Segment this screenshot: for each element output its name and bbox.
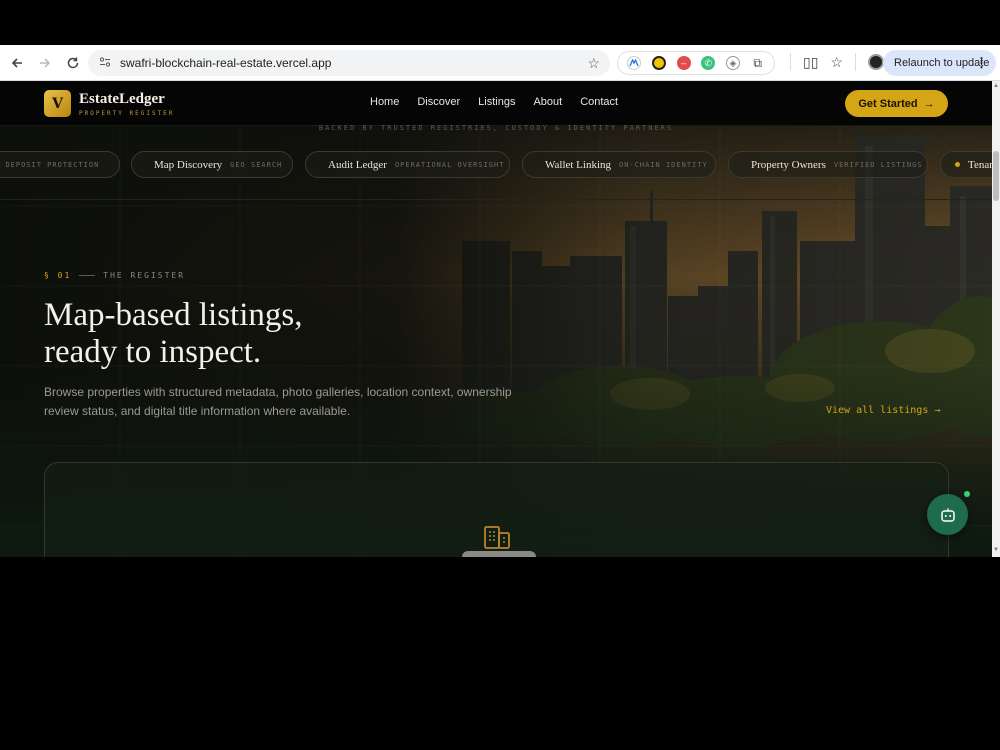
- screen-bottom-letterbox: [0, 557, 1000, 750]
- section-description: Browse properties with structured metada…: [44, 385, 512, 418]
- marquee-pill: Audit Ledger OPERATIONAL OVERSIGHT: [305, 151, 510, 178]
- scroll-thumb[interactable]: [993, 151, 999, 201]
- main-nav: Home Discover Listings About Contact: [370, 96, 618, 108]
- reload-icon: [67, 57, 79, 68]
- logo-mark[interactable]: V: [44, 90, 71, 117]
- arrow-left-icon: [11, 57, 22, 68]
- headline-line-2: ready to inspect.: [44, 334, 262, 370]
- toolbar-divider: [790, 53, 791, 71]
- url-text[interactable]: swafri-blockchain-real-estate.vercel.app: [120, 56, 331, 70]
- more-menu-icon[interactable]: ⋮: [975, 55, 988, 71]
- scroll-down-icon[interactable]: ▼: [992, 547, 1000, 553]
- arrow-right-icon: →: [934, 405, 941, 416]
- section-label: THE REGISTER: [103, 271, 186, 280]
- building-icon: [484, 526, 510, 549]
- marquee-pill: Tenan: [940, 151, 992, 178]
- pill-dot: [955, 162, 960, 167]
- scroll-up-icon[interactable]: ▲: [992, 83, 1000, 89]
- pill-sub: ON-CHAIN IDENTITY: [619, 160, 708, 169]
- get-started-button[interactable]: Get Started →: [845, 90, 948, 117]
- relaunch-button[interactable]: Relaunch to update ⋮: [883, 50, 996, 76]
- eyebrow-rule: [79, 275, 96, 276]
- brand-tagline: PROPERTY REGISTER: [79, 110, 175, 117]
- page-viewport: V EstateLedger PROPERTY REGISTER Home Di…: [0, 81, 992, 557]
- nav-about[interactable]: About: [533, 96, 562, 108]
- nav-listings[interactable]: Listings: [478, 96, 515, 108]
- extension-shield-icon[interactable]: ◈: [725, 56, 740, 70]
- chrome-actions: ▯▯ ☆: [790, 53, 884, 71]
- headline-line-1: Map-based listings,: [44, 297, 303, 333]
- marquee-pill: Property Owners VERIFIED LISTINGS: [728, 151, 928, 178]
- section-divider: [0, 199, 992, 200]
- pill-name: Wallet Linking: [545, 158, 612, 171]
- pill-name: Audit Ledger: [328, 158, 387, 171]
- marquee-pill: w DEPOSIT PROTECTION: [0, 151, 120, 178]
- chat-assistant-button[interactable]: [927, 494, 968, 535]
- page-title: Map-based listings, ready to inspect.: [44, 297, 302, 371]
- pill-sub: w DEPOSIT PROTECTION: [5, 160, 100, 169]
- extension-yellow-icon[interactable]: [651, 56, 666, 70]
- view-all-label: View all listings: [826, 405, 929, 416]
- pill-name: Tenan: [968, 158, 992, 171]
- extensions-puzzle-icon[interactable]: ⧉: [751, 56, 765, 70]
- screen-top-letterbox: [0, 0, 1000, 45]
- extension-red-icon[interactable]: ‒: [676, 56, 691, 70]
- listings-map-card[interactable]: [44, 462, 949, 557]
- get-started-label: Get Started: [858, 97, 918, 110]
- nav-home[interactable]: Home: [370, 96, 399, 108]
- back-button[interactable]: [4, 50, 30, 76]
- forward-button[interactable]: [32, 50, 58, 76]
- trust-partners-text: BACKED BY TRUSTED REGISTRIES, CUSTODY & …: [318, 124, 674, 132]
- reading-mode-icon[interactable]: ▯▯: [803, 54, 818, 71]
- address-bar[interactable]: swafri-blockchain-real-estate.vercel.app…: [88, 50, 610, 76]
- feature-marquee: w DEPOSIT PROTECTION Map Discovery GEO S…: [0, 151, 992, 179]
- browser-toolbar: swafri-blockchain-real-estate.vercel.app…: [0, 45, 1000, 81]
- pill-sub: GEO SEARCH: [230, 160, 283, 169]
- pill-name: Property Owners: [751, 158, 826, 171]
- marquee-pill: Map Discovery GEO SEARCH: [131, 151, 293, 178]
- online-status-dot: [964, 491, 970, 497]
- robot-icon: [940, 508, 955, 522]
- pill-sub: OPERATIONAL OVERSIGHT: [394, 160, 505, 169]
- pill-name: Map Discovery: [154, 158, 223, 171]
- site-settings-icon[interactable]: [94, 56, 116, 71]
- marquee-pill: Wallet Linking ON-CHAIN IDENTITY: [522, 151, 716, 178]
- site-header: V EstateLedger PROPERTY REGISTER Home Di…: [0, 81, 992, 126]
- arrow-right-icon: →: [923, 97, 935, 110]
- section-eyebrow: § 01 THE REGISTER: [44, 271, 185, 280]
- bookmark-star-icon[interactable]: ☆: [587, 55, 600, 72]
- profile-avatar[interactable]: [867, 54, 884, 70]
- bookmarks-icon[interactable]: ☆: [830, 54, 843, 71]
- nav-discover[interactable]: Discover: [417, 96, 460, 108]
- section-number: § 01: [44, 271, 72, 280]
- brand-name[interactable]: EstateLedger: [79, 91, 165, 108]
- arrow-right-icon: [40, 57, 51, 68]
- reload-button[interactable]: [60, 50, 86, 76]
- page-scrollbar[interactable]: ▲ ▼: [992, 81, 1000, 557]
- toolbar-divider: [854, 53, 856, 71]
- nav-contact[interactable]: Contact: [580, 96, 618, 108]
- view-all-listings-link[interactable]: View all listings →: [826, 405, 940, 416]
- extension-meta-icon[interactable]: [627, 56, 642, 70]
- extension-whatsapp-icon[interactable]: ✆: [701, 56, 716, 70]
- pill-sub: VERIFIED LISTINGS: [833, 160, 923, 169]
- extensions-group: ‒ ✆ ◈ ⧉: [617, 51, 775, 75]
